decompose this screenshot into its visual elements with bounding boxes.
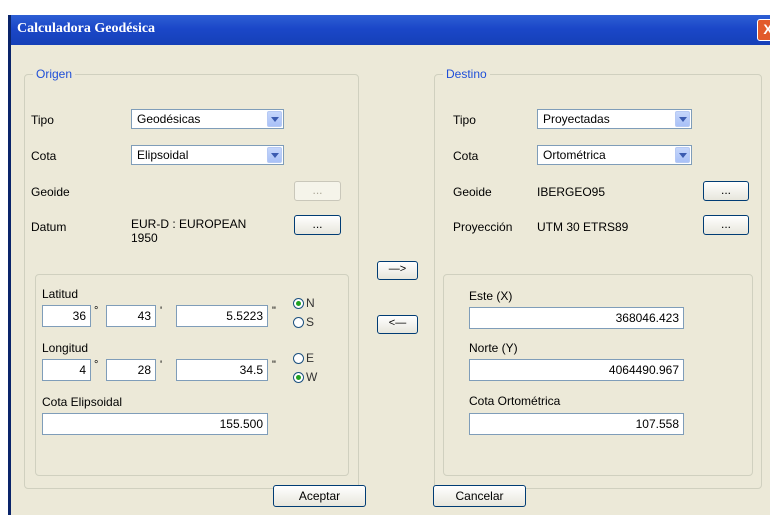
radio-s[interactable] <box>293 317 304 328</box>
radio-n-label: N <box>306 296 315 310</box>
destino-group: Destino Tipo Proyectadas Cota Ortométric… <box>434 67 762 489</box>
origen-coords-box: Latitud 36 ° 43 ' 5.5223 " N S Longitud … <box>35 274 349 476</box>
minute-symbol: ' <box>160 305 163 317</box>
origen-geoide-button[interactable]: ... <box>294 181 341 201</box>
accept-button[interactable]: Aceptar <box>273 485 366 507</box>
chevron-down-icon[interactable] <box>675 111 690 127</box>
close-button[interactable]: X <box>757 19 770 41</box>
proyeccion-label: Proyección <box>453 220 513 234</box>
radio-w-label: W <box>306 370 318 384</box>
second-symbol: " <box>272 359 276 371</box>
lat-seconds-input[interactable]: 5.5223 <box>176 305 268 327</box>
destino-tipo-select[interactable]: Proyectadas <box>537 109 692 129</box>
origen-group: Origen Tipo Geodésicas Cota Elipsoidal G… <box>24 67 359 489</box>
convert-back-button[interactable]: <— <box>377 315 418 334</box>
second-symbol: " <box>272 305 276 317</box>
chevron-down-icon[interactable] <box>675 147 690 163</box>
degree-symbol: ° <box>94 359 99 371</box>
latitud-label: Latitud <box>42 287 79 301</box>
window-title: Calculadora Geodésica <box>17 21 156 36</box>
destino-tipo-label: Tipo <box>453 113 476 127</box>
cota-ortometrica-input[interactable]: 107.558 <box>469 413 684 435</box>
destino-coords-box: Este (X) 368046.423 Norte (Y) 4064490.96… <box>443 274 753 476</box>
norte-label: Norte (Y) <box>469 341 518 355</box>
origen-group-label: Origen <box>33 67 76 81</box>
convert-forward-button[interactable]: —> <box>377 261 418 280</box>
proyeccion-button[interactable]: ... <box>703 215 749 235</box>
origen-datum-label: Datum <box>31 220 67 234</box>
destino-group-label: Destino <box>443 67 490 81</box>
cota-elipsoidal-input[interactable]: 155.500 <box>42 413 268 435</box>
cota-ortometrica-label: Cota Ortométrica <box>469 394 561 408</box>
origen-cota-label: Cota <box>31 149 57 163</box>
title-bar[interactable]: Calculadora Geodésica X <box>11 15 770 45</box>
lon-minutes-input[interactable]: 28 <box>106 359 156 381</box>
destino-geoide-label: Geoide <box>453 185 492 199</box>
chevron-down-icon[interactable] <box>267 147 282 163</box>
origen-cota-value: Elipsoidal <box>137 148 189 162</box>
origen-tipo-label: Tipo <box>31 113 54 127</box>
destino-cota-select[interactable]: Ortométrica <box>537 145 692 165</box>
radio-s-label: S <box>306 315 315 329</box>
longitud-label: Longitud <box>42 341 89 355</box>
chevron-down-icon[interactable] <box>267 111 282 127</box>
degree-symbol: ° <box>94 305 99 317</box>
norte-input[interactable]: 4064490.967 <box>469 359 684 381</box>
este-label: Este (X) <box>469 289 513 303</box>
origen-datum-button[interactable]: ... <box>294 215 341 235</box>
proyeccion-value: UTM 30 ETRS89 <box>537 220 629 234</box>
origen-geoide-label: Geoide <box>31 185 70 199</box>
este-input[interactable]: 368046.423 <box>469 307 684 329</box>
destino-cota-label: Cota <box>453 149 479 163</box>
lon-degrees-input[interactable]: 4 <box>42 359 91 381</box>
lon-seconds-input[interactable]: 34.5 <box>176 359 268 381</box>
destino-cota-value: Ortométrica <box>543 148 606 162</box>
destino-tipo-value: Proyectadas <box>543 112 610 126</box>
lat-minutes-input[interactable]: 43 <box>106 305 156 327</box>
origen-tipo-value: Geodésicas <box>137 112 201 126</box>
lat-degrees-input[interactable]: 36 <box>42 305 91 327</box>
origen-cota-select[interactable]: Elipsoidal <box>131 145 284 165</box>
radio-e-label: E <box>306 351 315 365</box>
minute-symbol: ' <box>160 359 163 371</box>
radio-e[interactable] <box>293 353 304 364</box>
cota-elipsoidal-label: Cota Elipsoidal <box>42 395 123 409</box>
cancel-button[interactable]: Cancelar <box>433 485 526 507</box>
radio-n[interactable] <box>293 298 304 309</box>
origen-datum-value-line2: 1950 <box>131 231 158 245</box>
destino-geoide-button[interactable]: ... <box>703 181 749 201</box>
origen-tipo-select[interactable]: Geodésicas <box>131 109 284 129</box>
origen-datum-value-line1: EUR-D : EUROPEAN <box>131 217 247 231</box>
radio-w[interactable] <box>293 372 304 383</box>
calculator-window: Calculadora Geodésica X Origen Tipo Geod… <box>8 15 770 515</box>
destino-geoide-value: IBERGEO95 <box>537 185 606 199</box>
